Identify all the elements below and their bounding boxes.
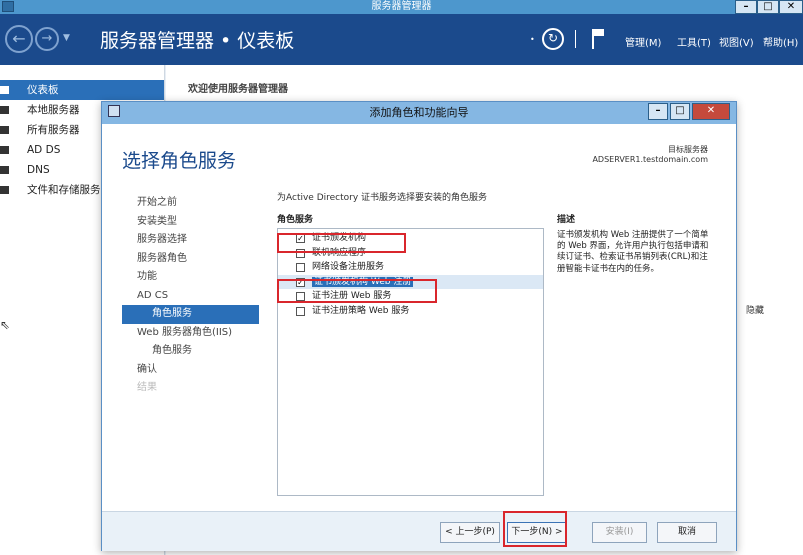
nav-item-dashboard[interactable]: 仪表板 [0,80,164,100]
minimize-icon[interactable]: – [735,0,757,14]
outer-window-title: 服务器管理器 [371,1,432,12]
step-before-you-begin[interactable]: 开始之前 [102,194,262,213]
server-icon [0,106,9,114]
role-service-label: 证书注册策略 Web 服务 [312,305,410,316]
annotation-box-ca [277,233,406,253]
outer-title-bar: 服务器管理器 – □ ✕ [0,0,803,14]
page-title: 选择角色服务 [122,150,237,172]
menu-tools[interactable]: 工具(T) [677,34,711,49]
storage-icon [0,186,9,194]
dialog-title-bar: 添加角色和功能向导 – □ ✕ [102,102,736,124]
dialog-minimize-icon[interactable]: – [648,103,668,120]
breadcrumb-root[interactable]: 服务器管理器 [100,30,214,52]
notification-dot-icon: • [530,35,535,44]
dialog-maximize-icon[interactable]: □ [670,103,690,120]
role-service-label: 网络设备注册服务 [312,262,385,272]
header-divider [575,30,576,48]
dialog-close-icon[interactable]: ✕ [692,103,730,120]
cancel-button[interactable]: 取消 [657,522,717,543]
welcome-heading: 欢迎使用服务器管理器 [188,84,288,95]
step-ad-cs[interactable]: AD CS [102,287,262,306]
step-results: 结果 [137,382,157,393]
server-manager-icon [2,1,14,12]
description-text: 证书颁发机构 Web 注册提供了一个简单的 Web 界面，允许用户执行包括申请和… [557,230,709,274]
dialog-footer: < 上一步(P) 下一步(N) > 安装(I) 取消 [102,511,736,551]
step-server-selection[interactable]: 服务器选择 [102,231,262,250]
outer-window-controls: – □ ✕ [735,0,803,14]
dns-icon [0,166,9,174]
dialog-title: 添加角色和功能向导 [369,106,469,119]
mouse-pointer-icon: ⇖ [0,318,11,332]
breadcrumb-page: 仪表板 [237,30,295,52]
flag-icon[interactable] [592,29,606,49]
step-installation-type[interactable]: 安装类型 [102,213,262,232]
wizard-steps: 开始之前 安装类型 服务器选择 服务器角色 功能 AD CS 角色服务 Web … [102,194,262,398]
dashboard-icon [0,86,9,94]
refresh-icon[interactable]: ↻ [542,28,564,50]
breadcrumb-separator: • [220,30,232,52]
annotation-box-next [503,511,567,547]
checkbox-unchecked[interactable] [296,263,305,272]
target-server-label: 目标服务器 [668,145,708,154]
ad-ds-icon [0,146,9,154]
maximize-icon[interactable]: □ [757,0,779,14]
checkbox-unchecked[interactable] [296,306,305,316]
role-services-header: 角色服务 [277,215,314,225]
target-server-value: ADSERVER1.testdomain.com [592,155,708,164]
step-confirmation[interactable]: 确认 [102,361,262,380]
menu-manage[interactable]: 管理(M) [625,34,661,49]
menu-view[interactable]: 视图(V) [719,34,754,49]
step-web-server-role[interactable]: Web 服务器角色(IIS) [102,324,262,343]
dialog-window-controls: – □ ✕ [648,103,730,120]
description-header: 描述 [557,215,576,225]
servers-icon [0,126,9,134]
step-features[interactable]: 功能 [102,268,262,287]
menu-help[interactable]: 帮助(H) [763,34,798,49]
annotation-box-ca-web [277,279,437,303]
back-arrow-icon[interactable]: ← [5,25,33,53]
role-services-list: ✓ 证书颁发机构 联机响应程序 网络设备注册服务 ✓ 证书颁发机构 Web 注册 证书注册 … [277,228,544,496]
breadcrumb: 服务器管理器 • 仪表板 [100,26,300,53]
dialog-body: 选择角色服务 目标服务器 ADSERVER1.testdomain.com 开始… [102,124,736,511]
step-server-roles[interactable]: 服务器角色 [102,250,262,269]
header-bar: ← → ▼ 服务器管理器 • 仪表板 • ↻ 管理(M) 工具(T) 视图(V) 帮… [0,14,803,65]
instruction-text: 为Active Directory 证书服务选择要安装的角色服务 [277,193,488,203]
add-roles-wizard-dialog: 添加角色和功能向导 – □ ✕ 选择角色服务 目标服务器 ADSERVER1.t… [101,101,737,551]
role-service-row[interactable]: 证书注册策略 Web 服务 [278,304,543,319]
step-web-role-services[interactable]: 角色服务 [102,342,262,361]
step-role-services-active[interactable]: 角色服务 [122,305,259,324]
history-dropdown-icon[interactable]: ▼ [63,33,70,43]
hide-link[interactable]: 隐藏 [746,303,764,316]
install-button: 安装(I) [592,522,647,543]
wizard-icon [108,105,120,117]
forward-arrow-icon[interactable]: → [35,27,59,51]
close-icon[interactable]: ✕ [779,0,803,14]
previous-button[interactable]: < 上一步(P) [440,522,500,543]
role-service-row[interactable]: 网络设备注册服务 [278,260,543,275]
